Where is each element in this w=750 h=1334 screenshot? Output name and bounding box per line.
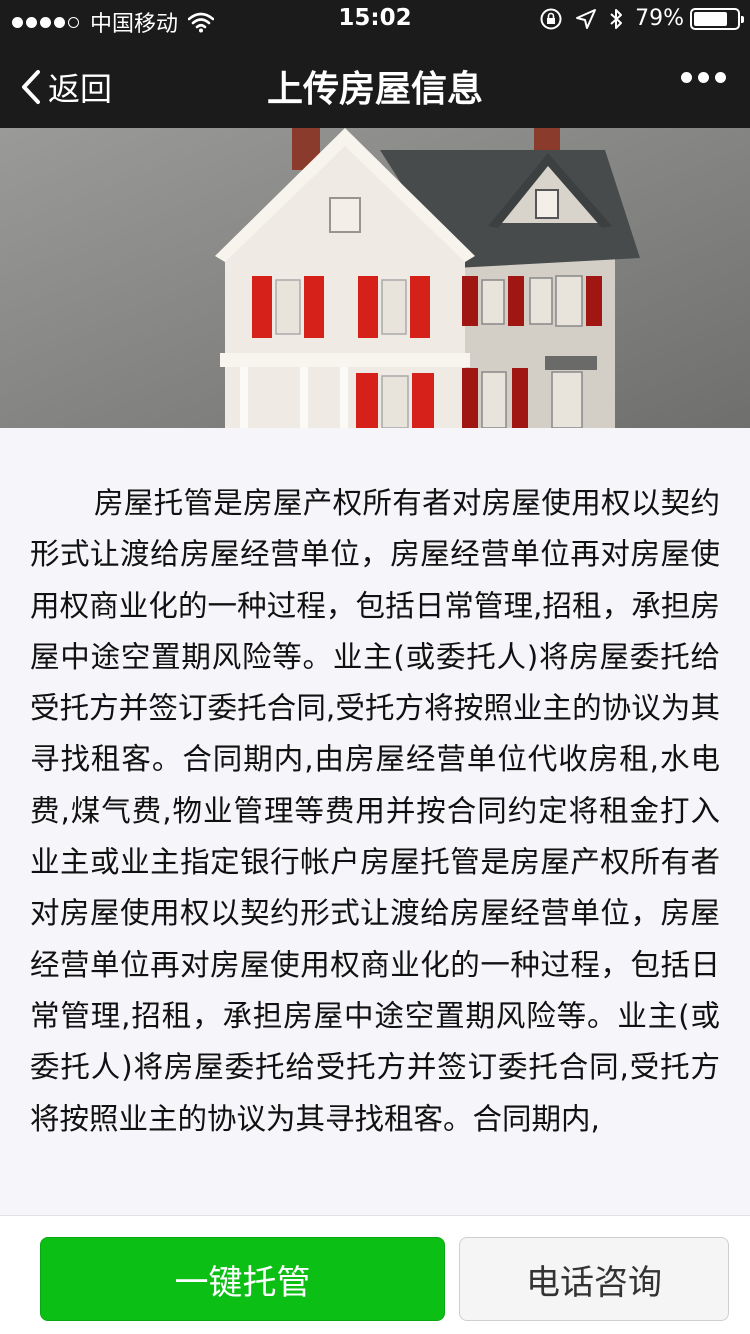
phone-consult-button[interactable]: 电话咨询 [459, 1237, 729, 1321]
footer-action-bar: 一键托管 电话咨询 [0, 1215, 750, 1334]
back-label: 返回 [48, 70, 113, 108]
more-options-button[interactable] [675, 72, 726, 83]
back-button[interactable]: 返回 [20, 64, 112, 110]
status-right: 79% [527, 6, 744, 31]
hero-image [0, 128, 750, 428]
battery-percent: 79% [635, 6, 684, 31]
one-click-custody-button[interactable]: 一键托管 [40, 1237, 445, 1321]
rotation-lock-icon [540, 8, 562, 29]
model-house-illustration [0, 128, 750, 428]
battery-icon [690, 7, 744, 30]
more-dot-icon [715, 72, 726, 83]
chevron-left-icon [22, 70, 40, 104]
status-bar: 中国移动 15:02 79% [0, 0, 750, 40]
more-dot-icon [698, 72, 709, 83]
article-text: 房屋托管是房屋产权所有者对房屋使用权以契约形式让渡给房屋经营单位，房屋经营单位再… [30, 486, 720, 1136]
page-title: 上传房屋信息 [266, 69, 483, 110]
location-arrow-icon [576, 8, 597, 29]
bluetooth-icon [610, 8, 623, 29]
battery-fill [694, 11, 727, 26]
more-dot-icon [681, 72, 692, 83]
navigation-bar: 返回 上传房屋信息 [0, 40, 750, 128]
